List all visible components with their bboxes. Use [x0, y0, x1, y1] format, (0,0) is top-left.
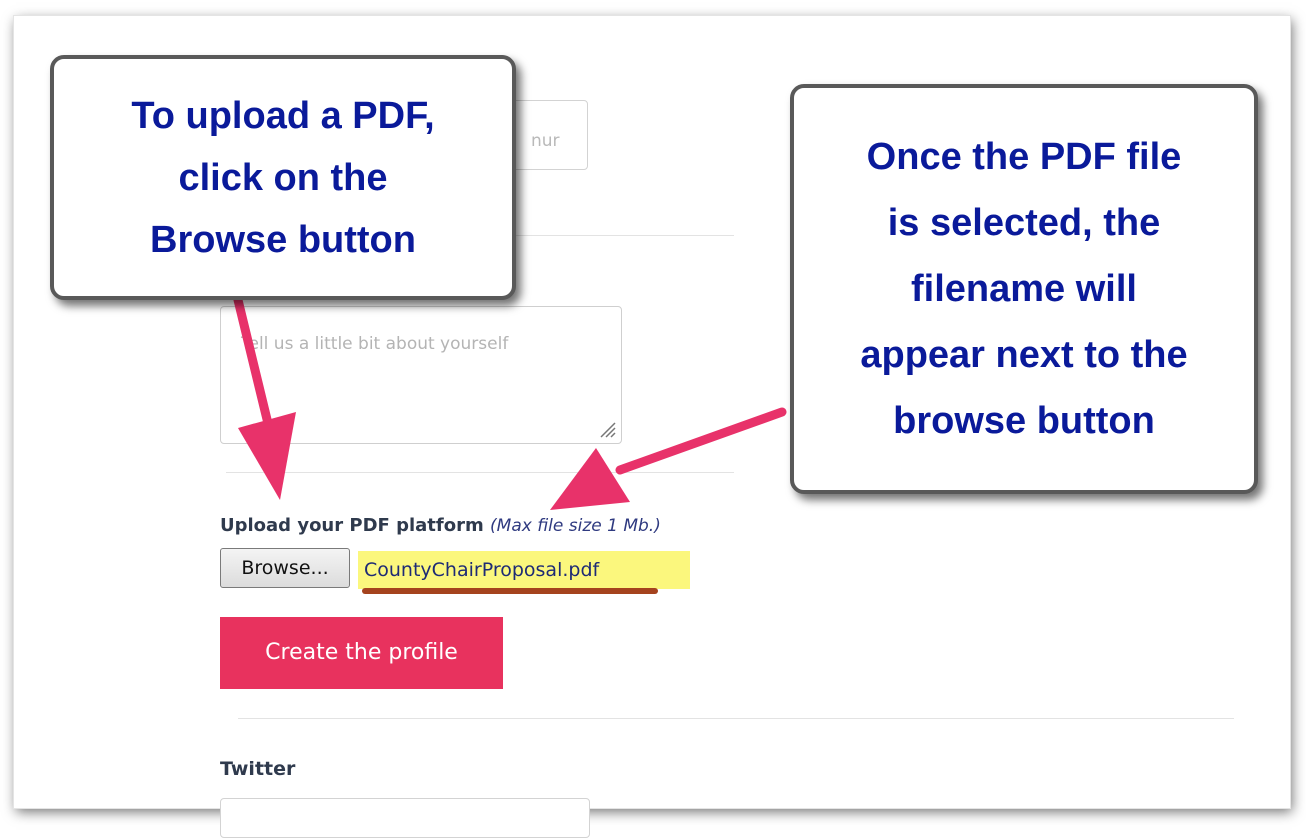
upload-label-text: Upload your PDF platform: [220, 515, 484, 536]
callout-filename-instruction: Once the PDF file is selected, the filen…: [790, 84, 1258, 494]
resize-handle-icon[interactable]: [595, 417, 617, 439]
selected-filename: CountyChairProposal.pdf: [358, 551, 690, 589]
twitter-label: Twitter: [220, 758, 296, 780]
filename-underline-highlight: [362, 588, 658, 594]
twitter-input[interactable]: [220, 798, 590, 838]
upload-label: Upload your PDF platform (Max file size …: [220, 515, 661, 536]
divider-bottom: [238, 718, 1234, 719]
upload-size-hint: (Max file size 1 Mb.): [490, 516, 661, 536]
divider-mid: [226, 472, 734, 473]
bio-textarea[interactable]: Tell us a little bit about yourself: [220, 306, 622, 444]
browse-button[interactable]: Browse...: [220, 548, 350, 588]
create-profile-button[interactable]: Create the profile: [220, 617, 503, 689]
bio-placeholder: Tell us a little bit about yourself: [241, 334, 509, 354]
callout-browse-instruction: To upload a PDF, click on the Browse but…: [50, 55, 516, 300]
